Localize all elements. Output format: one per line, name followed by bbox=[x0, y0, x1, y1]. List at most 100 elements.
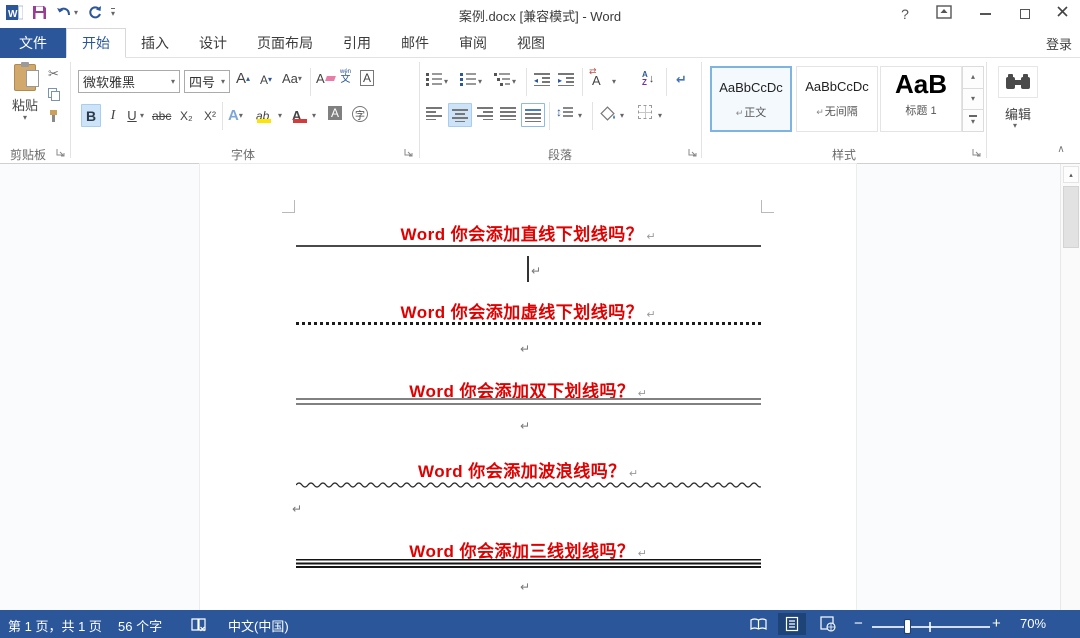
print-layout-button[interactable] bbox=[778, 613, 806, 635]
minimize-button[interactable] bbox=[976, 5, 994, 23]
change-case-button[interactable]: Aa▾ bbox=[282, 71, 302, 86]
decrease-indent-button[interactable]: ◂ bbox=[534, 72, 551, 86]
bold-button[interactable]: B bbox=[81, 104, 101, 127]
font-color-button[interactable]: A bbox=[292, 104, 301, 127]
multilevel-list-button[interactable] bbox=[494, 72, 511, 86]
shading-dropdown-icon[interactable]: ▾ bbox=[620, 112, 624, 120]
increase-indent-button[interactable]: ▸ bbox=[558, 72, 575, 86]
styles-scroll-down-icon[interactable]: ▾ bbox=[963, 89, 983, 111]
tab-home[interactable]: 开始 bbox=[66, 28, 126, 58]
subscript-button[interactable]: X₂ bbox=[180, 104, 193, 127]
multilevel-dropdown-icon[interactable]: ▾ bbox=[512, 78, 516, 86]
font-size-combo[interactable]: 四号 ▾ bbox=[184, 70, 230, 93]
close-button[interactable] bbox=[1056, 5, 1074, 23]
copy-icon[interactable] bbox=[48, 88, 60, 101]
read-mode-button[interactable] bbox=[744, 613, 772, 635]
maximize-button[interactable] bbox=[1016, 5, 1034, 23]
undo-button[interactable]: ▾ bbox=[56, 6, 78, 20]
distribute-button[interactable] bbox=[521, 103, 545, 127]
font-name-combo[interactable]: 微软雅黑 ▾ bbox=[78, 70, 180, 93]
undo-dropdown-icon[interactable]: ▾ bbox=[74, 9, 78, 17]
font-name-dropdown-icon[interactable]: ▾ bbox=[171, 78, 175, 86]
bullets-dropdown-icon[interactable]: ▾ bbox=[444, 78, 448, 86]
tab-review[interactable]: 审阅 bbox=[444, 28, 502, 58]
editing-dropdown-icon[interactable]: ▾ bbox=[1013, 122, 1017, 130]
borders-button[interactable] bbox=[638, 105, 652, 119]
character-shading-button[interactable]: A bbox=[328, 106, 342, 120]
phonetic-guide-button[interactable]: wén文 bbox=[340, 69, 351, 85]
asian-layout-button[interactable]: A⇄ bbox=[592, 73, 601, 88]
save-icon[interactable] bbox=[32, 5, 47, 20]
editing-button[interactable] bbox=[998, 66, 1038, 98]
grow-font-button[interactable]: A▴ bbox=[236, 70, 250, 87]
style-card-heading1[interactable]: AaB 标题 1 bbox=[880, 66, 962, 132]
asian-layout-dropdown-icon[interactable]: ▾ bbox=[612, 78, 616, 86]
customize-qat-icon[interactable]: ▾ bbox=[111, 8, 115, 18]
tab-mailings[interactable]: 邮件 bbox=[386, 28, 444, 58]
tab-page-layout[interactable]: 页面布局 bbox=[242, 28, 328, 58]
show-marks-button[interactable]: ↵ bbox=[676, 72, 687, 88]
paragraph-dialog-launcher-icon[interactable] bbox=[688, 148, 698, 158]
word-count[interactable]: 56 个字 bbox=[118, 616, 162, 635]
shading-bucket-icon[interactable] bbox=[600, 106, 617, 122]
collapse-ribbon-icon[interactable]: ∧ bbox=[1052, 142, 1070, 156]
scroll-up-icon[interactable]: ▴ bbox=[1063, 166, 1079, 183]
zoom-out-icon[interactable]: − bbox=[854, 615, 863, 632]
sign-in-link[interactable]: 登录 bbox=[1046, 28, 1072, 58]
shrink-font-button[interactable]: A▾ bbox=[260, 73, 272, 87]
underline-dropdown-icon[interactable]: ▾ bbox=[140, 112, 144, 120]
cut-icon[interactable]: ✂ bbox=[48, 66, 59, 82]
superscript-button[interactable]: X² bbox=[204, 104, 216, 127]
web-layout-button[interactable] bbox=[814, 613, 842, 635]
font-size-dropdown-icon[interactable]: ▾ bbox=[221, 78, 225, 86]
line-spacing-dropdown-icon[interactable]: ▾ bbox=[578, 112, 582, 120]
scrollbar-thumb[interactable] bbox=[1063, 186, 1079, 248]
align-right-button[interactable] bbox=[476, 106, 493, 120]
underline-button[interactable]: U bbox=[124, 104, 140, 127]
enclose-characters-button[interactable]: 字 bbox=[352, 106, 368, 122]
italic-button[interactable]: I bbox=[105, 104, 121, 127]
vertical-scrollbar[interactable]: ▴ bbox=[1060, 164, 1080, 610]
tab-file[interactable]: 文件 bbox=[0, 28, 66, 58]
justify-button[interactable] bbox=[500, 106, 517, 120]
bullets-button[interactable] bbox=[426, 72, 443, 86]
tab-view[interactable]: 视图 bbox=[502, 28, 560, 58]
borders-dropdown-icon[interactable]: ▾ bbox=[658, 112, 662, 120]
heading-solid-underline[interactable]: Word 你会添加直线下划线吗？↵ bbox=[200, 220, 856, 245]
tab-design[interactable]: 设计 bbox=[184, 28, 242, 58]
numbering-button[interactable] bbox=[460, 72, 477, 86]
align-center-button[interactable] bbox=[448, 103, 472, 127]
redo-icon[interactable] bbox=[87, 5, 102, 20]
paste-dropdown-icon[interactable]: ▾ bbox=[23, 114, 27, 122]
clear-formatting-button[interactable]: A bbox=[316, 71, 335, 86]
styles-scroll-up-icon[interactable]: ▴ bbox=[963, 67, 983, 89]
line-spacing-button[interactable]: ↕ bbox=[556, 105, 573, 119]
style-card-no-spacing[interactable]: AaBbCcDc ↵无间隔 bbox=[796, 66, 878, 132]
clipboard-dialog-launcher-icon[interactable] bbox=[56, 148, 66, 158]
language-indicator[interactable]: 中文(中国) bbox=[228, 616, 289, 635]
style-card-normal[interactable]: AaBbCcDc ↵正文 bbox=[710, 66, 792, 132]
proofing-icon[interactable] bbox=[190, 617, 208, 632]
zoom-slider-track[interactable] bbox=[872, 626, 990, 628]
format-painter-icon[interactable] bbox=[48, 110, 60, 122]
font-dialog-launcher-icon[interactable] bbox=[404, 148, 414, 158]
styles-more-icon[interactable]: ▾ bbox=[963, 110, 983, 131]
page-indicator[interactable]: 第 1 页，共 1 页 bbox=[8, 616, 102, 635]
paste-button[interactable]: 粘贴 ▾ bbox=[5, 64, 45, 140]
zoom-level[interactable]: 70% bbox=[1020, 616, 1046, 631]
text-highlight-button[interactable]: ab bbox=[256, 104, 269, 127]
tab-references[interactable]: 引用 bbox=[328, 28, 386, 58]
align-left-button[interactable] bbox=[426, 106, 443, 120]
font-color-dropdown-icon[interactable]: ▾ bbox=[312, 112, 316, 120]
ribbon-display-options-icon[interactable] bbox=[936, 5, 954, 23]
zoom-in-icon[interactable]: + bbox=[992, 615, 1001, 632]
strikethrough-button[interactable]: abc bbox=[152, 104, 171, 127]
help-icon[interactable]: ? bbox=[896, 5, 914, 23]
zoom-slider-handle[interactable] bbox=[904, 619, 911, 634]
text-effects-button[interactable]: A▾ bbox=[228, 104, 243, 127]
styles-dialog-launcher-icon[interactable] bbox=[972, 148, 982, 158]
tab-insert[interactable]: 插入 bbox=[126, 28, 184, 58]
character-border-button[interactable]: A bbox=[360, 70, 374, 86]
highlight-dropdown-icon[interactable]: ▾ bbox=[278, 112, 282, 120]
numbering-dropdown-icon[interactable]: ▾ bbox=[478, 78, 482, 86]
